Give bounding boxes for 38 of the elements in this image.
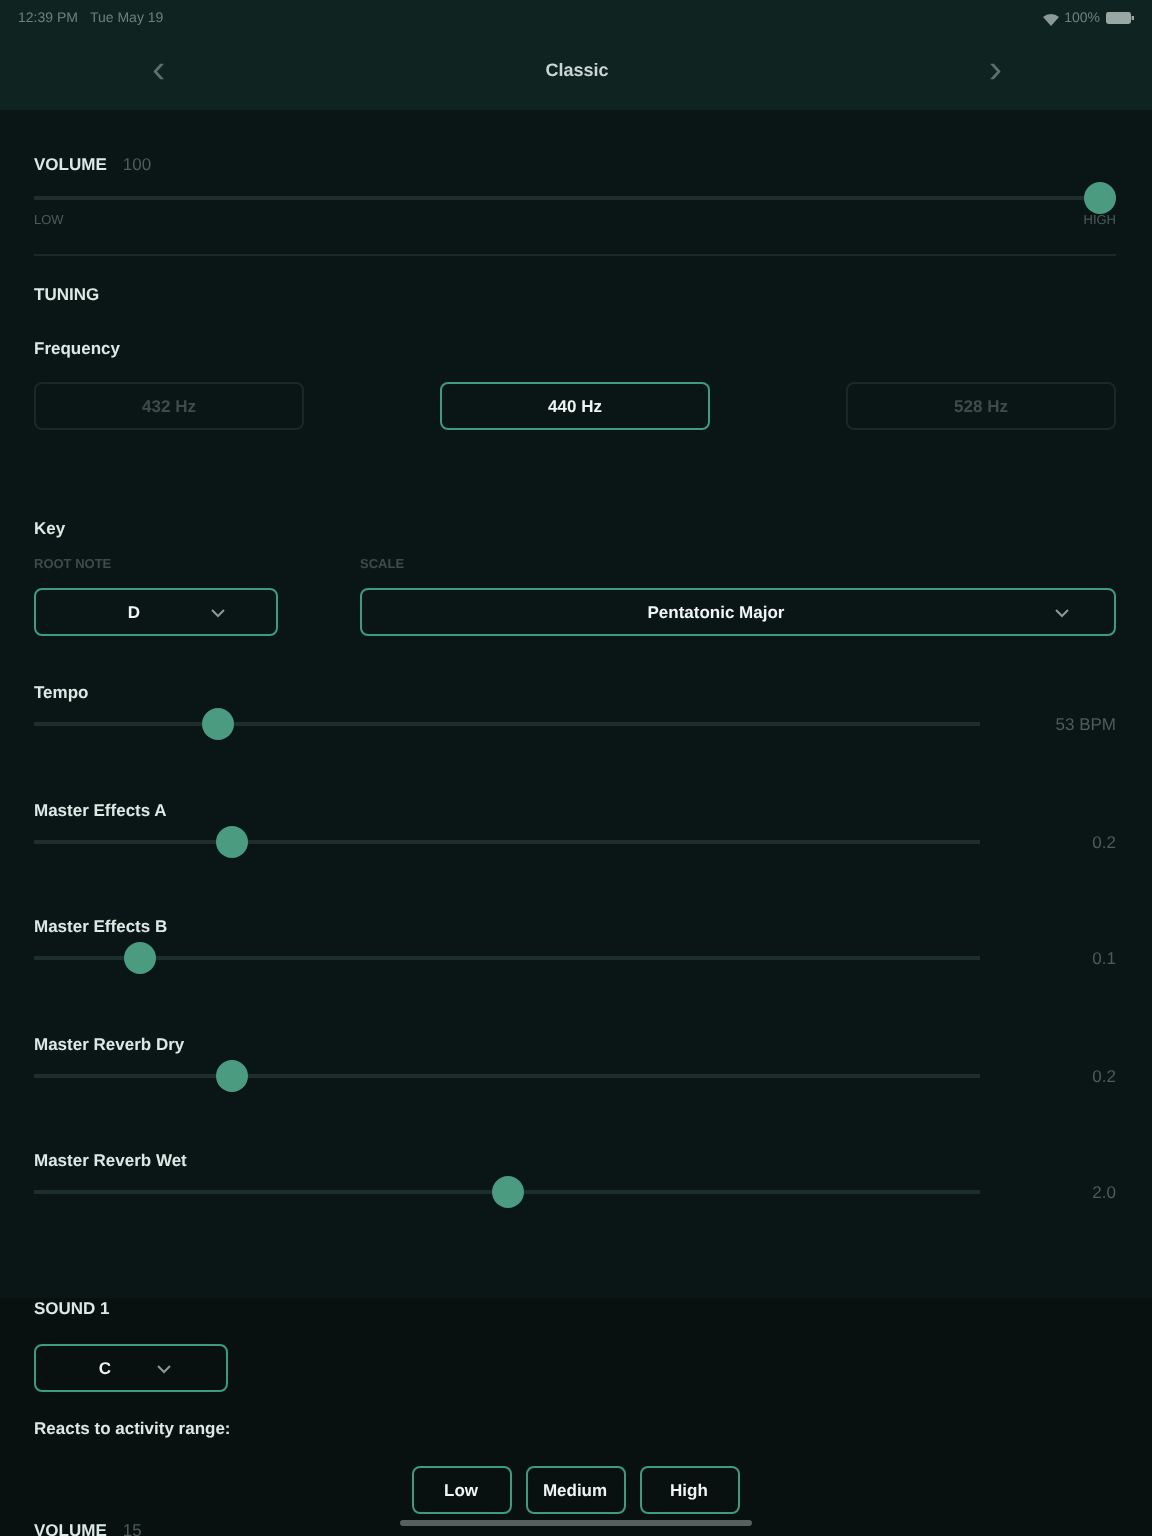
- slider-thumb[interactable]: [202, 708, 235, 740]
- section-title: TUNING: [34, 284, 102, 306]
- slider-label: Master Effects A: [34, 799, 169, 821]
- slider-thumb[interactable]: [123, 942, 156, 974]
- chevron-down-icon: [1054, 608, 1070, 618]
- volume-value: 15: [122, 1520, 142, 1536]
- slider-label: Master Reverb Wet: [34, 1150, 189, 1172]
- slider-label: Master Reverb Dry: [34, 1033, 187, 1055]
- slider-value: 53 BPM: [1053, 714, 1116, 734]
- note-dropdown[interactable]: C: [34, 1344, 228, 1392]
- slider-value: 2.0: [1090, 1182, 1116, 1202]
- slider-thumb[interactable]: [1084, 182, 1116, 214]
- scale-dropdown[interactable]: Pentatonic Major: [360, 588, 1116, 636]
- slider-thumb[interactable]: [216, 1059, 249, 1091]
- key-label: Key: [34, 518, 68, 540]
- slider-label: Tempo: [34, 682, 91, 704]
- slider-value: 0.1: [1090, 948, 1116, 968]
- volume-label: VOLUME: [34, 1520, 107, 1536]
- wifi-icon: [1042, 11, 1061, 25]
- slider-label: Master Effects B: [34, 916, 170, 938]
- root-note-dropdown[interactable]: D: [34, 588, 278, 636]
- slider-thumb[interactable]: [216, 825, 249, 857]
- battery-icon: [1106, 12, 1134, 24]
- frequency-label: Frequency: [34, 338, 122, 360]
- frequency-button[interactable]: 440 Hz: [440, 382, 710, 430]
- slider-value: 0.2: [1090, 1065, 1116, 1085]
- slider-thumb[interactable]: [491, 1176, 523, 1208]
- range-button[interactable]: Medium: [525, 1466, 625, 1514]
- slider-value: 0.2: [1090, 831, 1116, 851]
- range-button[interactable]: High: [639, 1466, 739, 1514]
- chevron-down-icon: [210, 608, 226, 618]
- section-title: SOUND 1: [34, 1298, 112, 1320]
- volume-value: 100: [122, 154, 152, 174]
- range-button[interactable]: Low: [411, 1466, 511, 1514]
- chevron-down-icon: [155, 1363, 172, 1373]
- nav-title: Classic: [545, 59, 609, 79]
- activity-label: Reacts to activity range:: [34, 1418, 233, 1440]
- volume-label: VOLUME: [34, 154, 107, 176]
